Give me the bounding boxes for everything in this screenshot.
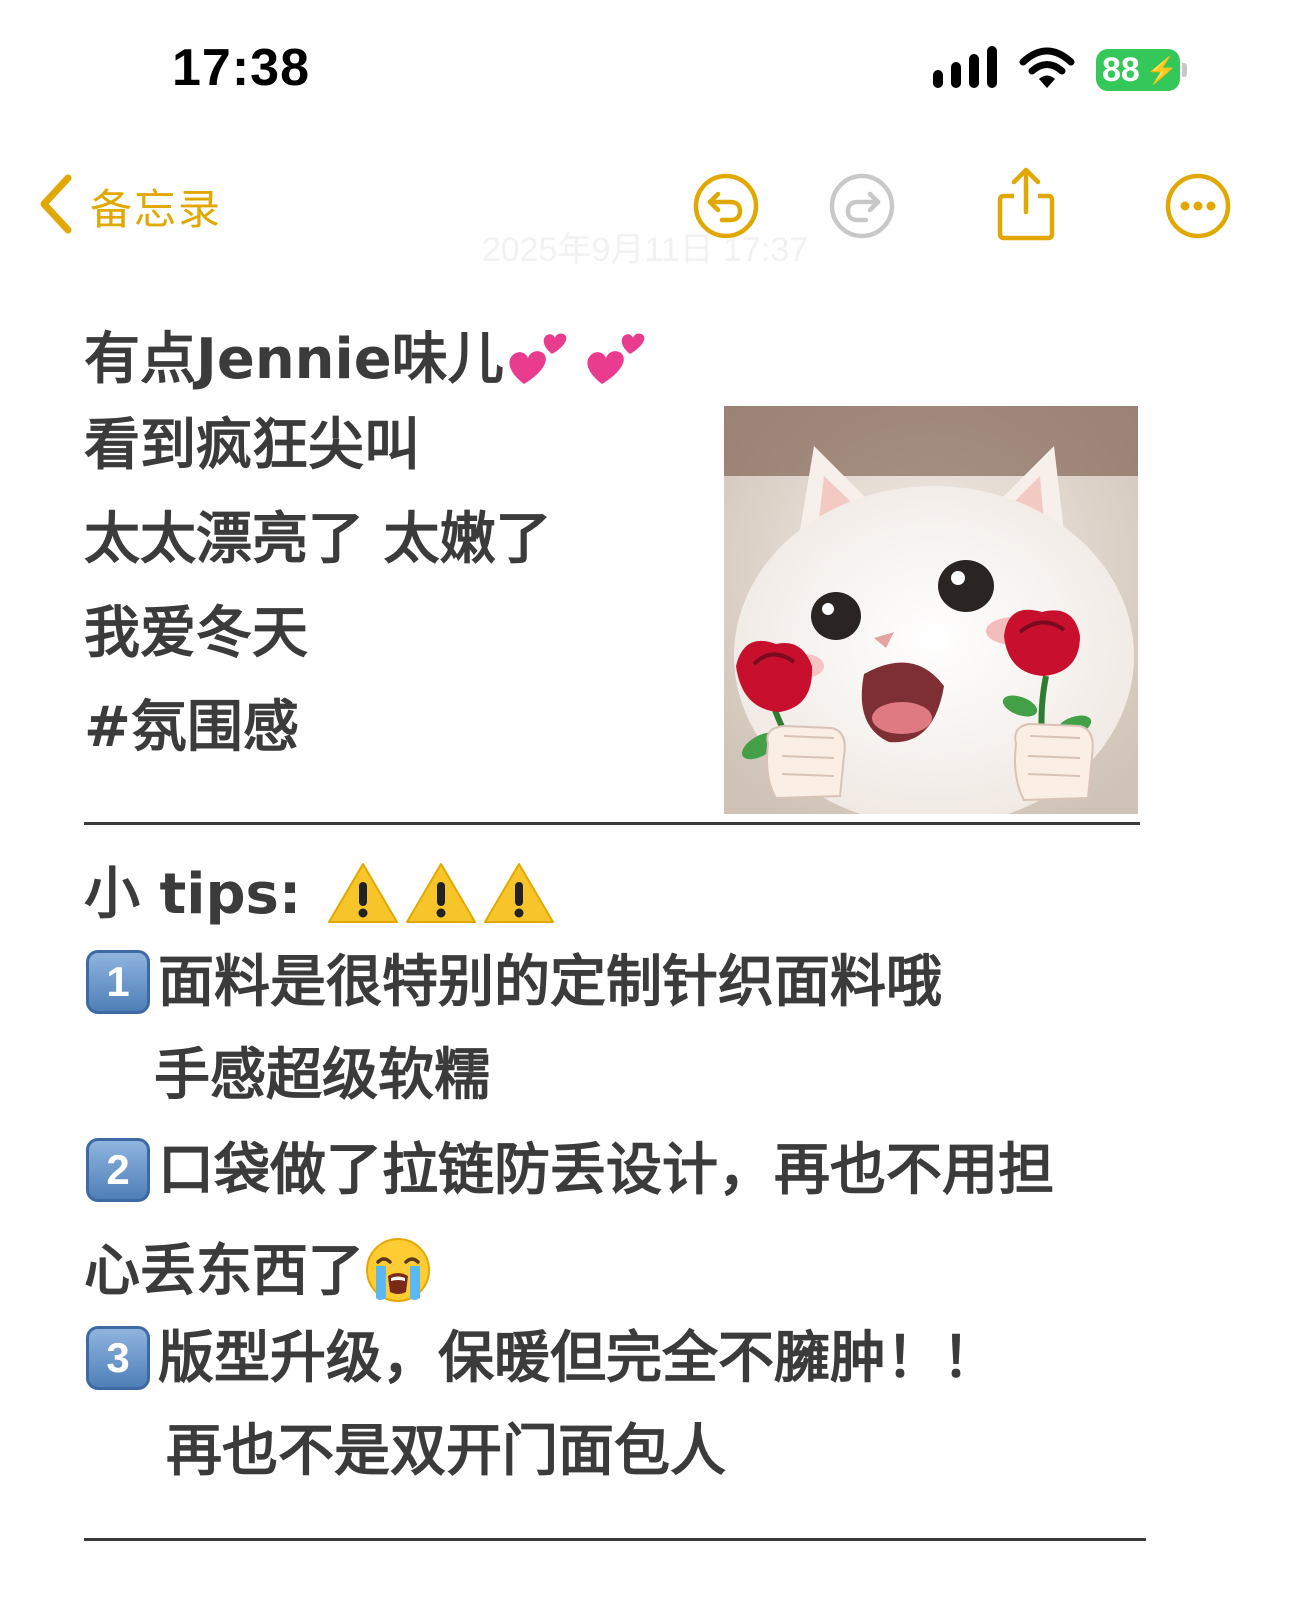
loudly-crying-face-emoji xyxy=(364,1236,432,1314)
tip-1-line-1: 面料是很特别的定制针织面料哦 xyxy=(158,950,942,1016)
note-line-2: 看到疯狂尖叫 xyxy=(84,413,420,478)
note-body[interactable]: 有点Jennie味儿 看到疯狂尖叫 太太漂亮了 太嫩了 我爱冬天 #氛围感 小 … xyxy=(0,0,1290,1624)
note-line-1: 有点Jennie味儿 xyxy=(84,324,660,402)
keycap-3-icon: 3 xyxy=(86,1326,150,1390)
tip-2: 2 口袋做了拉链防丢设计，再也不用担 xyxy=(86,1138,1054,1206)
tip-1-line-2: 手感超级软糯 xyxy=(154,1043,490,1108)
keycap-1-icon: 1 xyxy=(86,950,150,1014)
warning-emoji xyxy=(327,860,559,936)
cat-image[interactable] xyxy=(724,406,1138,814)
note-line-5: #氛围感 xyxy=(84,695,299,760)
divider-line xyxy=(84,822,1140,825)
tip-2-line-2-row: 心丢东西了 xyxy=(84,1236,432,1314)
tips-title-text: 小 tips: xyxy=(84,862,302,928)
divider-line-bottom xyxy=(84,1538,1146,1541)
tip-1: 1 面料是很特别的定制针织面料哦 xyxy=(86,950,942,1018)
keycap-2-icon: 2 xyxy=(86,1138,150,1202)
two-hearts-emoji xyxy=(504,324,660,402)
tip-2-line-1: 口袋做了拉链防丢设计，再也不用担 xyxy=(158,1138,1054,1204)
tip-3: 3 版型升级，保暖但完全不臃肿！！ xyxy=(86,1326,998,1394)
note-line-1-text: 有点Jennie味儿 xyxy=(84,327,504,393)
note-line-4: 我爱冬天 xyxy=(84,601,308,666)
note-line-3: 太太漂亮了 太嫩了 xyxy=(84,507,552,572)
tips-title: 小 tips: xyxy=(84,860,559,936)
tip-2-line-2: 心丢东西了 xyxy=(84,1239,364,1305)
tip-3-line-2: 再也不是双开门面包人 xyxy=(166,1419,726,1484)
tip-3-line-1: 版型升级，保暖但完全不臃肿！！ xyxy=(158,1326,998,1392)
